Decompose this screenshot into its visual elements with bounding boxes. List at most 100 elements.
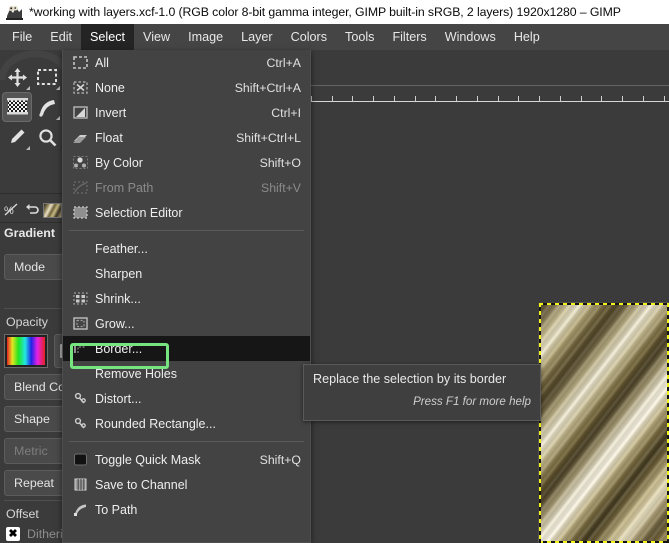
rainbow-gradient-swatch[interactable] <box>4 334 48 368</box>
menu-edit[interactable]: Edit <box>41 24 81 50</box>
menu-item-label: Distort... <box>95 392 301 406</box>
offset-label: Offset <box>6 507 39 521</box>
rect-select-tool-button[interactable] <box>32 62 62 92</box>
menu-item-shrink[interactable]: Shrink... <box>63 286 310 311</box>
gradient-selector-row <box>4 334 62 368</box>
zoom-tool-button[interactable] <box>32 122 62 152</box>
repeat-option-row[interactable]: Repeat <box>4 470 62 496</box>
menu-colors[interactable]: Colors <box>282 24 336 50</box>
dithering-label: Dithering <box>27 527 62 541</box>
panel-status-row: % <box>0 198 62 222</box>
repeat-label: Repeat <box>14 476 54 490</box>
menu-item-feather[interactable]: Feather... <box>63 236 310 261</box>
rect-select-icon <box>37 69 57 85</box>
gimp-wilber-icon <box>6 4 23 20</box>
menu-item-invert[interactable]: Invert Ctrl+I <box>63 100 310 125</box>
menu-separator <box>69 230 304 231</box>
distort-icon <box>69 390 91 408</box>
menu-item-rounded-rectangle[interactable]: Rounded Rectangle... <box>63 411 310 436</box>
to-path-icon <box>69 501 91 519</box>
menu-tools[interactable]: Tools <box>336 24 383 50</box>
menu-item-label: Selection Editor <box>95 206 301 220</box>
menu-item-label: Invert <box>95 106 271 120</box>
gradient-icon <box>7 98 28 116</box>
menu-item-shortcut: Shift+V <box>261 181 310 195</box>
menu-item-distort[interactable]: Distort... <box>63 386 310 411</box>
menu-item-from-path: From Path Shift+V <box>63 175 310 200</box>
menu-item-label: Sharpen <box>95 267 301 281</box>
menu-item-none[interactable]: None Shift+Ctrl+A <box>63 75 310 100</box>
menu-item-label: Toggle Quick Mask <box>95 453 260 467</box>
menu-item-toggle-quick-mask[interactable]: Toggle Quick Mask Shift+Q <box>63 447 310 472</box>
path-icon <box>38 98 57 117</box>
select-none-icon <box>69 79 91 97</box>
menu-item-remove-holes[interactable]: Remove Holes <box>63 361 310 386</box>
gimp-window: *working with layers.xcf-1.0 (RGB color … <box>0 0 669 543</box>
menu-file[interactable]: File <box>3 24 41 50</box>
move-tool-button[interactable] <box>2 62 32 92</box>
menu-item-all[interactable]: All Ctrl+A <box>63 50 310 75</box>
reverse-gradient-icon[interactable] <box>54 334 62 368</box>
menu-item-shortcut: Ctrl+A <box>266 56 310 70</box>
menu-layer[interactable]: Layer <box>232 24 282 50</box>
tooltip-hint: Press F1 for more help <box>313 395 531 408</box>
menu-item-float[interactable]: Float Shift+Ctrl+L <box>63 125 310 150</box>
menu-item-shortcut: Shift+Ctrl+A <box>235 81 310 95</box>
menu-item-to-path[interactable]: To Path <box>63 497 310 522</box>
menu-view[interactable]: View <box>134 24 179 50</box>
move-icon <box>8 68 27 87</box>
menu-select[interactable]: Select <box>81 24 134 50</box>
select-all-icon <box>69 54 91 72</box>
selection-border-icon <box>69 340 91 358</box>
menu-item-label: From Path <box>95 181 261 195</box>
tooltip: Replace the selection by its border Pres… <box>303 364 541 421</box>
select-menu-dropdown: All Ctrl+A None Shift+Ctrl+A Invert <box>62 50 311 543</box>
image-thumbnail-icon[interactable] <box>43 203 62 218</box>
menu-item-label: None <box>95 81 235 95</box>
menu-windows[interactable]: Windows <box>436 24 505 50</box>
color-picker-tool-button[interactable] <box>2 122 32 152</box>
selection-editor-icon <box>69 204 91 222</box>
menu-item-selection-editor[interactable]: Selection Editor <box>63 200 310 225</box>
no-image-icon[interactable]: % <box>3 202 20 219</box>
no-icon <box>69 240 91 258</box>
menu-item-border[interactable]: Border... <box>63 336 310 361</box>
dithering-checkbox-row[interactable]: ✖ Dithering <box>6 522 62 543</box>
mode-option-row[interactable]: Mode <box>4 254 62 280</box>
blend-color-option-row[interactable]: Blend Co <box>4 374 62 400</box>
menu-separator <box>69 441 304 442</box>
menu-item-label: Remove Holes <box>95 367 301 381</box>
blend-color-label: Blend Co <box>14 380 62 394</box>
menu-item-label: To Path <box>95 503 301 517</box>
menu-item-sharpen[interactable]: Sharpen <box>63 261 310 286</box>
menu-item-label: Rounded Rectangle... <box>95 417 301 431</box>
menu-item-grow[interactable]: Grow... <box>63 311 310 336</box>
menu-image[interactable]: Image <box>179 24 232 50</box>
menu-item-shortcut: Shift+Ctrl+L <box>236 131 310 145</box>
shape-label: Shape <box>14 412 50 426</box>
metric-option-row: Metric <box>4 438 62 464</box>
tool-options-title: Gradient <box>4 226 55 240</box>
no-icon <box>69 365 91 383</box>
menu-bar: File Edit Select View Image Layer Colors… <box>0 24 669 50</box>
menu-item-label: Feather... <box>95 242 301 256</box>
image-layer-preview[interactable] <box>539 303 669 543</box>
menu-filters[interactable]: Filters <box>383 24 435 50</box>
opacity-label: Opacity <box>6 315 48 329</box>
gradient-tool-button[interactable] <box>2 92 32 122</box>
dithering-checkbox[interactable]: ✖ <box>6 527 20 541</box>
path-tool-button[interactable] <box>32 92 62 122</box>
menu-help[interactable]: Help <box>505 24 549 50</box>
opacity-option-row[interactable]: Opacity <box>4 308 62 334</box>
tool-options-panel: % Gradient Mode Opacity <box>0 50 62 543</box>
title-bar: *working with layers.xcf-1.0 (RGB color … <box>0 0 669 24</box>
rounded-rectangle-icon <box>69 415 91 433</box>
menu-item-save-to-channel[interactable]: Save to Channel <box>63 472 310 497</box>
save-to-channel-icon <box>69 476 91 494</box>
magnifier-icon <box>38 128 57 147</box>
menu-item-shortcut: Shift+O <box>260 156 310 170</box>
menu-item-by-color[interactable]: By Color Shift+O <box>63 150 310 175</box>
undo-history-icon[interactable] <box>23 202 40 219</box>
window-title: *working with layers.xcf-1.0 (RGB color … <box>29 5 621 19</box>
shape-option-row[interactable]: Shape <box>4 406 62 432</box>
